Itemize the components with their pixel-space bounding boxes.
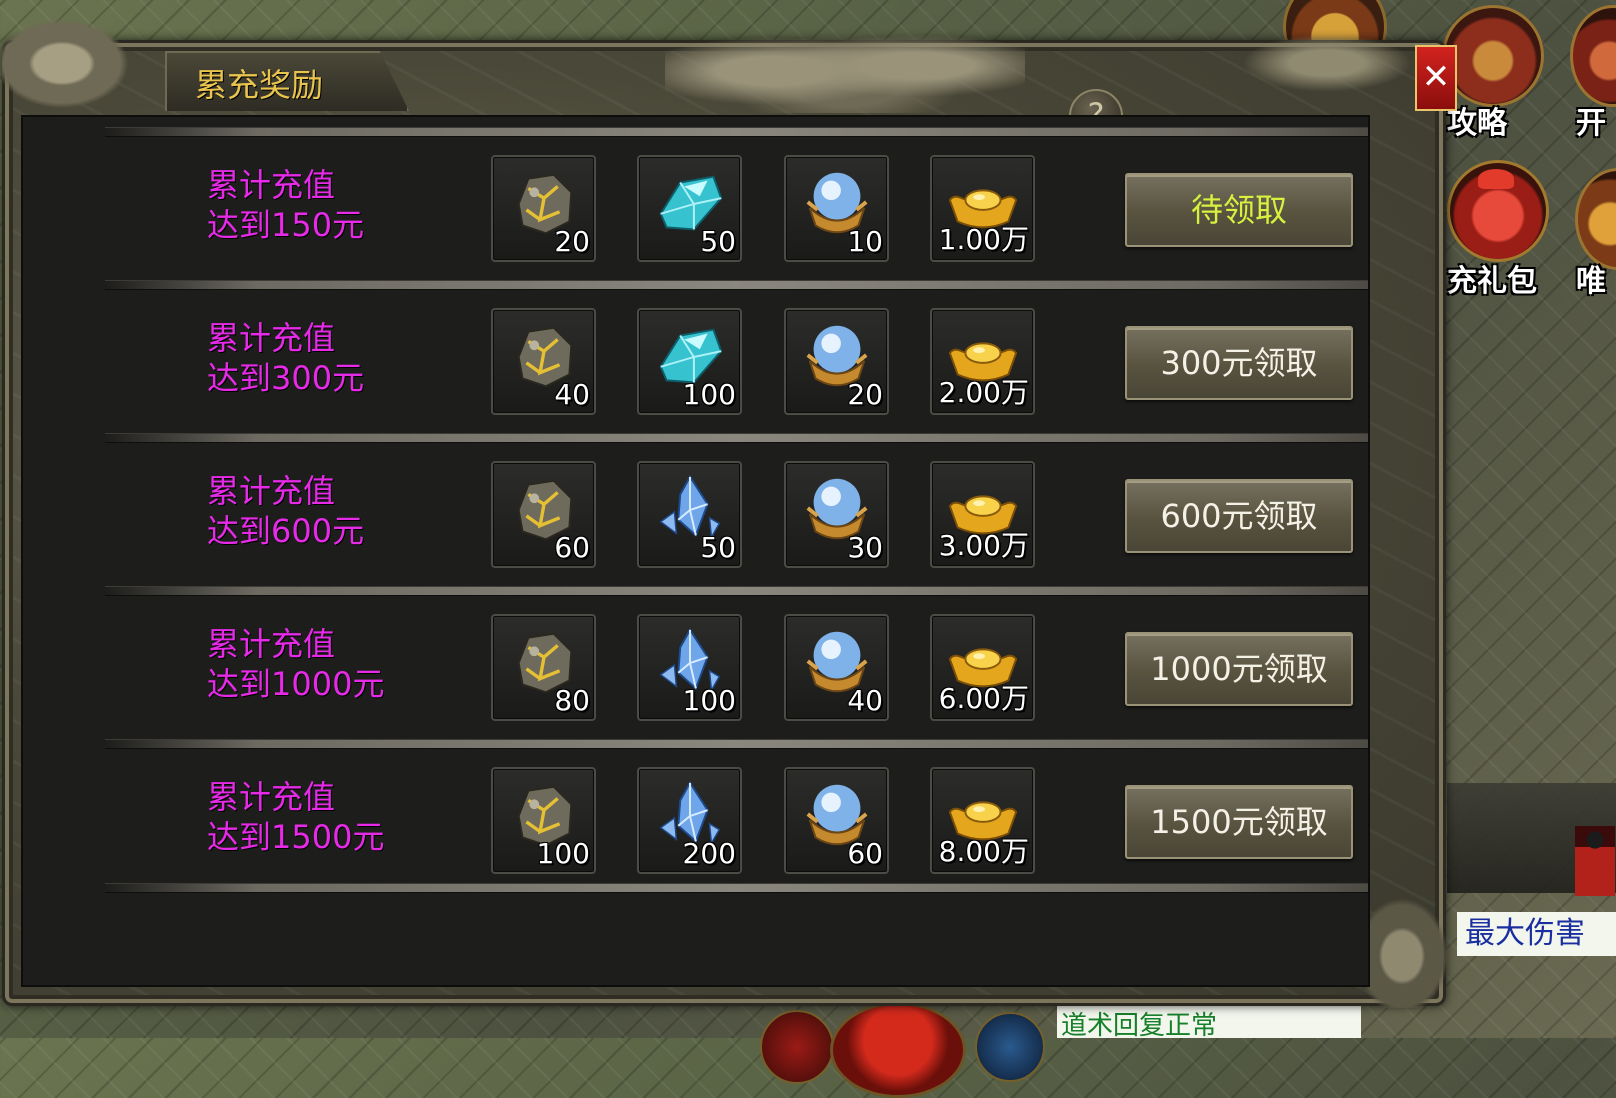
hud-recharge-gift-icon[interactable] — [1447, 160, 1549, 262]
requirement-line2: 达到150元 — [207, 206, 365, 244]
row-divider — [105, 433, 1368, 443]
cumulative-recharge-dialog: 累充奖励 ✕ ? 累计充值 达到150元 20 50 10 — [2, 3, 1465, 1008]
reward-count: 3.00万 — [938, 529, 1029, 562]
requirement-line1: 累计充值 — [207, 319, 336, 357]
requirement-line1: 累计充值 — [207, 778, 336, 816]
requirement-line2: 达到1000元 — [207, 665, 385, 703]
row-divider — [105, 586, 1368, 596]
reward-row: 累计充值 达到1500元 100 200 60 8.00万 1500元领取 — [23, 739, 1368, 893]
hud-bottom-left-button[interactable] — [760, 1010, 834, 1084]
reward-row: 累计充值 达到1000元 80 100 40 6.00万 1000元领取 — [23, 586, 1368, 739]
row-divider — [105, 280, 1368, 290]
reward-slot[interactable]: 40 — [491, 308, 596, 415]
reward-slot[interactable]: 3.00万 — [930, 461, 1035, 568]
reward-slot[interactable]: 10 — [784, 155, 889, 262]
reward-slot[interactable]: 80 — [491, 614, 596, 721]
row-divider — [105, 739, 1368, 749]
reward-row: 累计充值 达到600元 60 50 30 3.00万 600元领取 — [23, 433, 1368, 586]
claim-button[interactable]: 待领取 — [1125, 173, 1353, 247]
reward-slot[interactable]: 20 — [491, 155, 596, 262]
reward-count: 100 — [682, 684, 736, 717]
reward-count: 50 — [700, 531, 736, 564]
reward-list: 累计充值 达到150元 20 50 10 1.00万 待领取 累计充值 达到30… — [21, 115, 1370, 987]
reward-count: 30 — [847, 531, 883, 564]
requirement-line2: 达到600元 — [207, 512, 365, 550]
reward-count: 40 — [847, 684, 883, 717]
corner-ornament — [1360, 878, 1465, 1008]
reward-slot[interactable]: 50 — [637, 461, 742, 568]
row-divider — [105, 883, 1368, 893]
claim-button[interactable]: 1000元领取 — [1125, 632, 1353, 706]
reward-slot[interactable]: 100 — [491, 767, 596, 874]
hud-only-label[interactable]: 唯 — [1576, 256, 1606, 300]
hud-strategy-icon[interactable] — [1442, 5, 1544, 107]
reward-slot[interactable]: 8.00万 — [930, 767, 1035, 874]
recharge-requirement: 累计充值 达到300元 — [207, 318, 364, 398]
hp-orb — [830, 1002, 966, 1098]
reward-slot[interactable]: 50 — [637, 155, 742, 262]
requirement-line1: 累计充值 — [207, 625, 336, 663]
reward-count: 20 — [847, 378, 883, 411]
chat-damage-message: 最大伤害 — [1457, 912, 1616, 956]
reward-count: 1.00万 — [938, 223, 1029, 256]
requirement-line2: 达到1500元 — [207, 818, 385, 856]
reward-slot[interactable]: 40 — [784, 614, 889, 721]
claim-button[interactable]: 300元领取 — [1125, 326, 1353, 400]
requirement-line2: 达到300元 — [207, 359, 365, 397]
dialog-title: 累充奖励 — [195, 66, 324, 104]
reward-count: 8.00万 — [938, 835, 1029, 868]
hud-bottom-right-button[interactable] — [975, 1012, 1045, 1082]
row-divider — [105, 127, 1368, 137]
requirement-line1: 累计充值 — [207, 472, 336, 510]
reward-count: 80 — [554, 684, 590, 717]
close-button[interactable]: ✕ — [1415, 45, 1457, 111]
reward-slot[interactable]: 200 — [637, 767, 742, 874]
dragon-ornament-center — [665, 8, 1025, 113]
reward-count: 2.00万 — [938, 376, 1029, 409]
dragon-ornament-left — [2, 3, 152, 113]
recharge-requirement: 累计充值 达到1500元 — [207, 777, 384, 857]
reward-count: 100 — [536, 837, 590, 870]
reward-slot[interactable]: 60 — [491, 461, 596, 568]
reward-slot[interactable]: 100 — [637, 614, 742, 721]
recharge-requirement: 累计充值 达到1000元 — [207, 624, 384, 704]
reward-slot[interactable]: 6.00万 — [930, 614, 1035, 721]
reward-count: 60 — [847, 837, 883, 870]
reward-row: 累计充值 达到150元 20 50 10 1.00万 待领取 — [23, 127, 1368, 280]
hud-only-icon[interactable] — [1575, 168, 1616, 270]
reward-count: 60 — [554, 531, 590, 564]
reward-row: 累计充值 达到300元 40 100 20 2.00万 300元领取 — [23, 280, 1368, 433]
recharge-requirement: 累计充值 达到600元 — [207, 471, 364, 551]
reward-count: 40 — [554, 378, 590, 411]
reward-slot[interactable]: 100 — [637, 308, 742, 415]
requirement-line1: 累计充值 — [207, 166, 336, 204]
reward-count: 10 — [847, 225, 883, 258]
reward-slot[interactable]: 2.00万 — [930, 308, 1035, 415]
title-tab: 累充奖励 — [165, 51, 409, 111]
reward-slot[interactable]: 60 — [784, 767, 889, 874]
claim-button[interactable]: 1500元领取 — [1125, 785, 1353, 859]
hud-open-label[interactable]: 开 — [1576, 98, 1606, 142]
reward-count: 50 — [700, 225, 736, 258]
dragon-ornament-right — [1195, 18, 1415, 108]
reward-count: 6.00万 — [938, 682, 1029, 715]
hud-open-icon[interactable] — [1570, 5, 1616, 107]
reward-count: 200 — [682, 837, 736, 870]
recharge-requirement: 累计充值 达到150元 — [207, 165, 364, 245]
reward-slot[interactable]: 1.00万 — [930, 155, 1035, 262]
reward-slot[interactable]: 30 — [784, 461, 889, 568]
reward-count: 20 — [554, 225, 590, 258]
reward-slot[interactable]: 20 — [784, 308, 889, 415]
reward-count: 100 — [682, 378, 736, 411]
hud-recharge-pack-label[interactable]: 充礼包 — [1447, 256, 1537, 300]
claim-button[interactable]: 600元领取 — [1125, 479, 1353, 553]
player-character — [1575, 826, 1615, 896]
